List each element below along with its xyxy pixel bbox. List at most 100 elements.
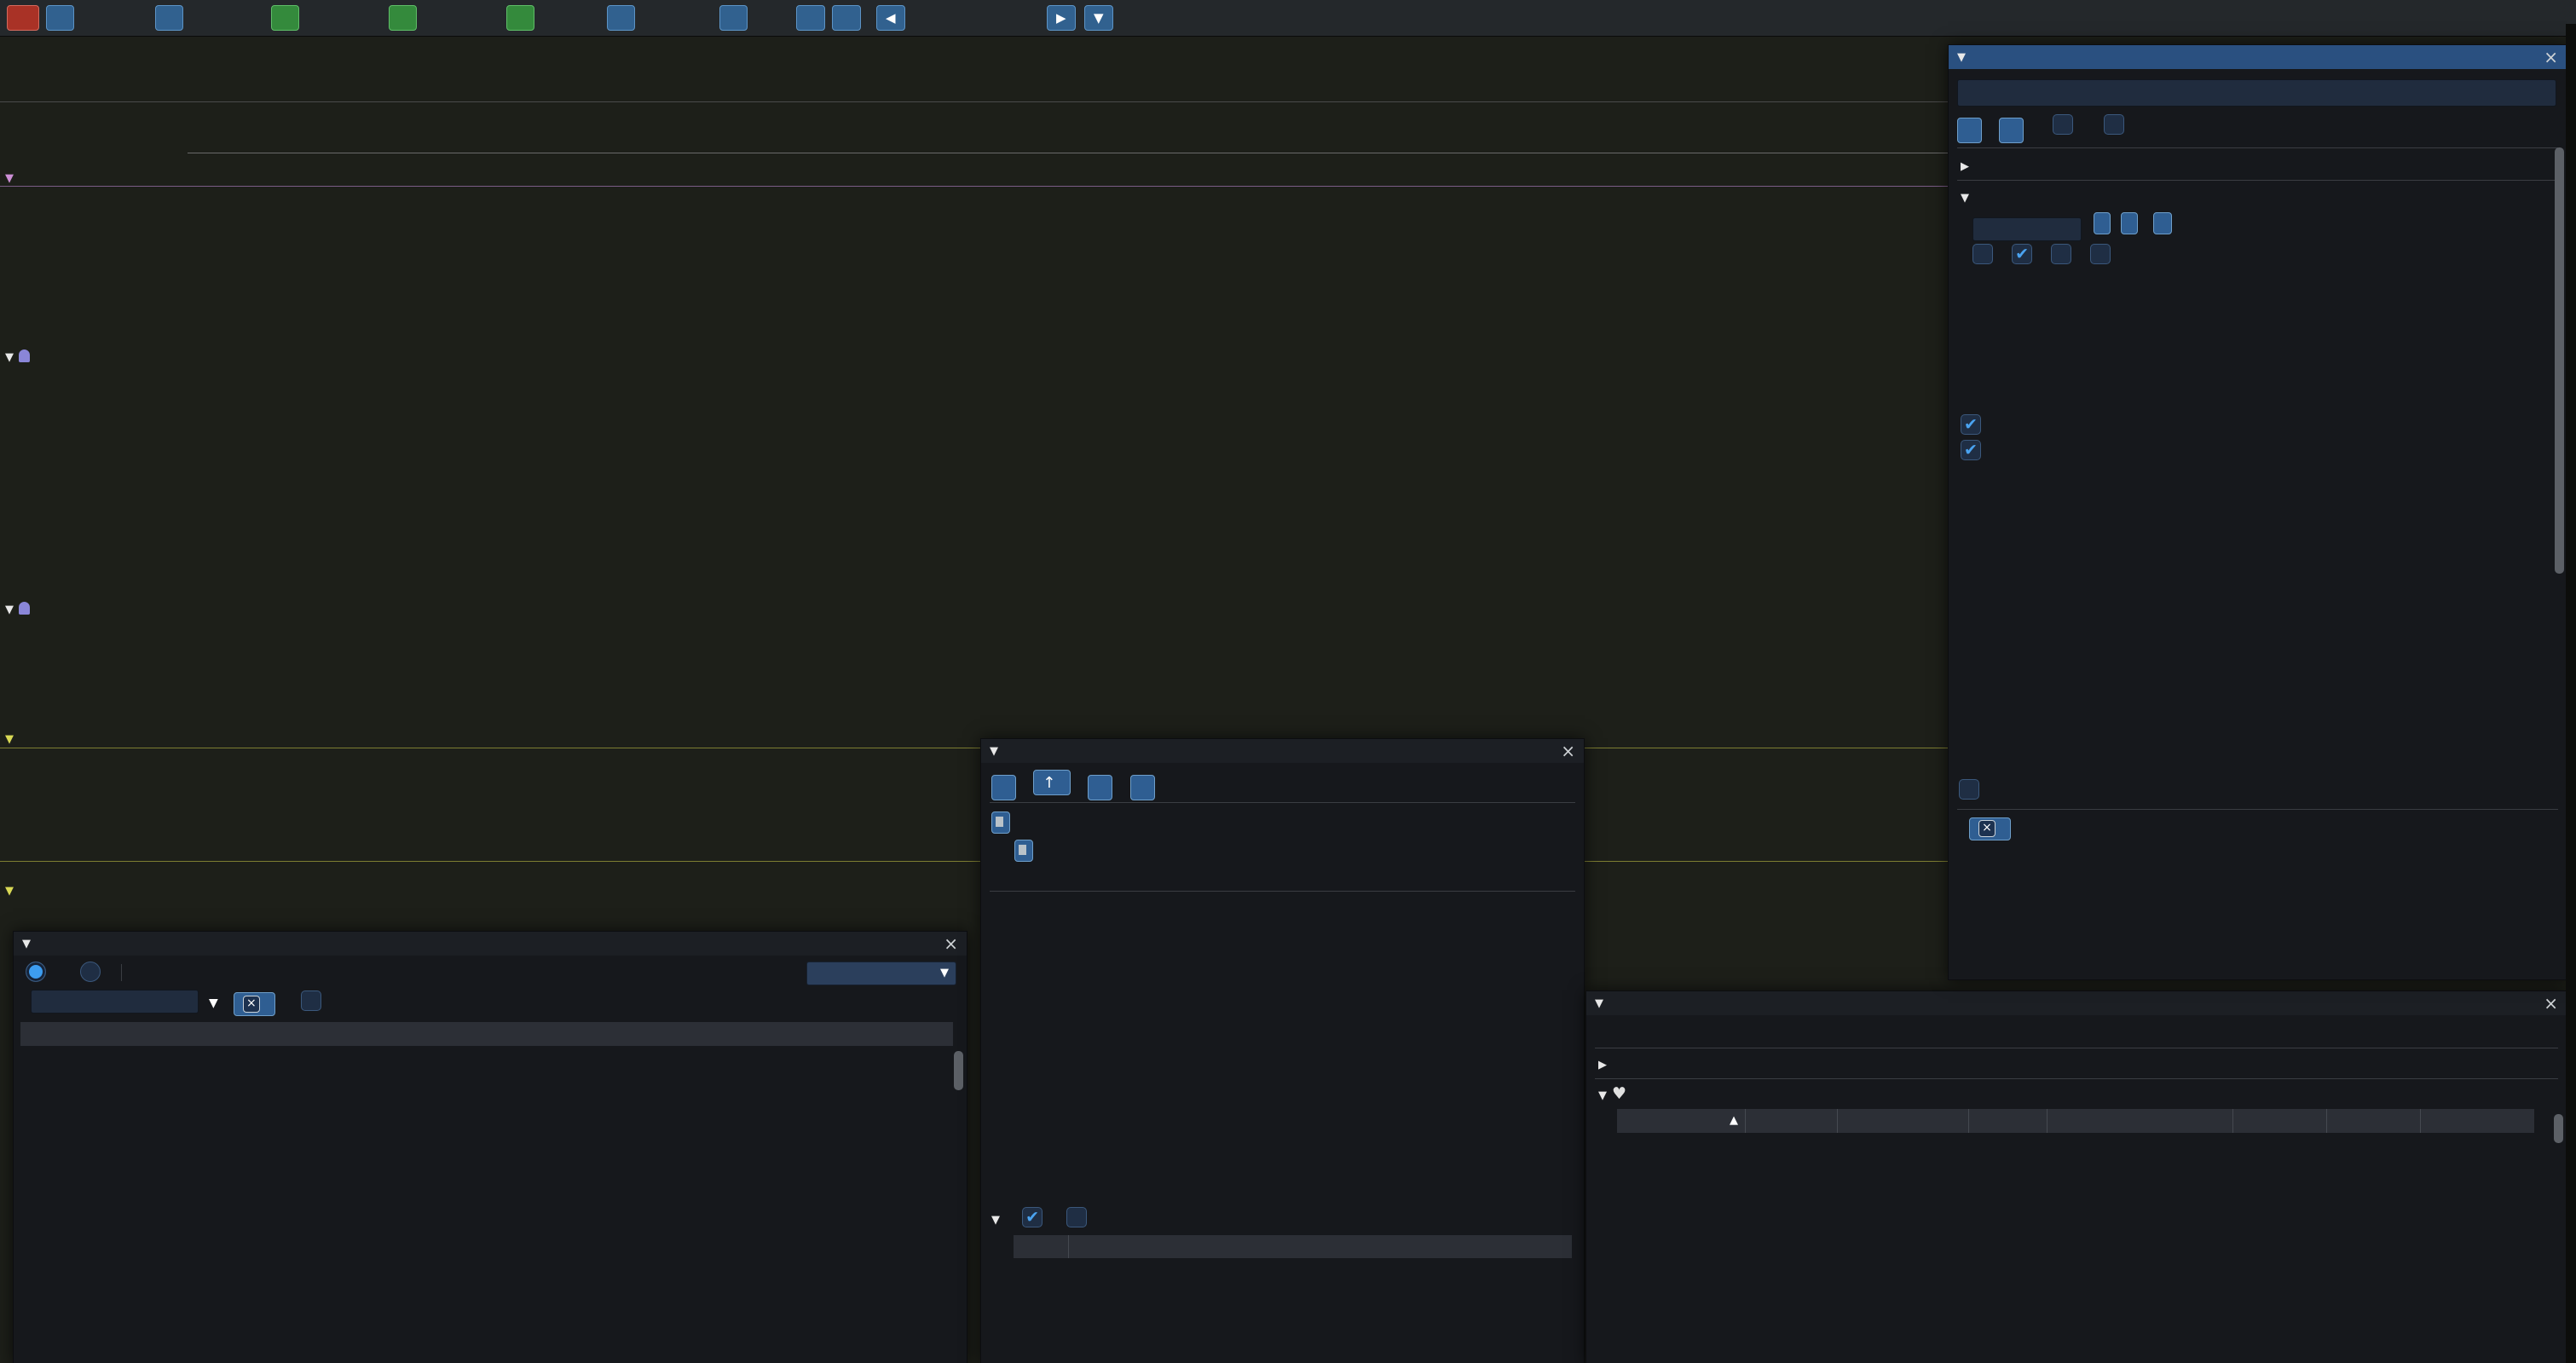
find-zone-search-input[interactable] [1957,79,2556,107]
plus-button[interactable] [2121,212,2138,234]
info-button[interactable] [719,5,748,31]
memory-scrollbar[interactable] [2554,1114,2563,1143]
memory-window: ▼× ▶ ▼ ♥ ▲ [1585,990,2567,1363]
zoom-tool-button[interactable] [832,5,861,31]
min-bin-row [1972,212,2172,236]
reset-button[interactable] [2153,212,2172,234]
allocations-tree[interactable]: ▶ [1598,1051,1607,1075]
clear-filter-button[interactable]: × [234,992,275,1016]
limit-range-checkbox[interactable] [2104,114,2124,135]
copy-icon[interactable] [1014,840,1033,862]
minimap-strip[interactable] [2566,24,2576,1363]
statistics-window: ▼× ▼ ▼ × ▼ [13,931,967,1363]
matched-locations-tree[interactable]: ▶ [1961,153,1969,176]
clear-button[interactable] [1999,118,2024,143]
collapse-icon[interactable]: ▼ [990,745,998,758]
close-icon[interactable]: × [944,933,958,954]
find-zone-titlebar[interactable]: ▼× [1949,45,2567,69]
zoom-to-zone-button[interactable] [991,775,1016,800]
collapse-icon[interactable]: ▼ [991,1214,1000,1227]
memory-button[interactable] [506,5,534,31]
compare-button[interactable] [607,5,635,31]
go-to-parent-button[interactable]: ↑ [1033,770,1071,795]
zone-info-buttons: ↑ [991,770,1155,800]
group-median-swatch [2036,442,2054,459]
frame-time [1127,5,1134,31]
ghost-icon [19,349,30,362]
histogram-canvas[interactable] [1972,466,2554,722]
memory-plot-canvas[interactable] [0,748,1948,861]
find-zone-button[interactable] [271,5,299,31]
legend-row-1 [1961,413,2082,437]
min-bin-input[interactable] [1972,217,2082,241]
time-relative-checkbox[interactable] [1022,1207,1043,1227]
stats-table-body [20,1048,953,1361]
zone-info-window: ▼× ↑ ▼ [980,738,1585,1363]
find-button[interactable] [1957,118,1982,143]
histogram-options [1972,243,2111,267]
find-zone-scrollbar[interactable] [2555,147,2564,574]
find-zone-window: ▼× ▶ ▼ [1948,44,2567,980]
exclude-children-checkbox[interactable] [1066,1207,1087,1227]
self-time-checkbox[interactable] [2090,244,2111,264]
power-button[interactable] [7,5,39,31]
zone-location [991,840,1033,863]
sampling-radio[interactable] [80,962,101,982]
tracy-profiler-root: ◀ ▶ ▼ ▼ ▼ ▼ ▼ ▼ ▼× [0,0,2576,1363]
zone-info-titlebar[interactable]: ▼× [981,739,1584,763]
mean-swatch [1986,416,2004,434]
cpu-plot-canvas[interactable] [0,904,1948,934]
messages-table-header [1014,1235,1572,1258]
next-frame-button[interactable]: ▶ [1047,5,1076,31]
ignore-case-checkbox[interactable] [2053,114,2073,135]
glthread-header[interactable]: ▼ [5,344,30,365]
show-zone-time-checkbox[interactable] [1959,779,1979,800]
collapse-icon[interactable]: ▼ [22,938,31,950]
active-allocations-tree[interactable]: ▼ ♥ [1598,1082,1642,1106]
options-button[interactable] [46,5,74,31]
clear-icon: × [1978,820,1996,837]
close-icon[interactable]: × [1561,741,1575,761]
memory-titlebar[interactable]: ▼× [1586,991,2567,1015]
group-mean-swatch [1986,442,2004,459]
messages-button[interactable] [155,5,183,31]
instrumentation-radio[interactable] [26,962,46,982]
filter-input[interactable] [31,990,199,1014]
limit-range-checkbox[interactable] [301,990,321,1011]
statistics-button[interactable] [389,5,417,31]
zone-statistics-button[interactable] [1088,775,1112,800]
source-button[interactable] [1130,775,1155,800]
group-mean-checkbox[interactable] [1961,440,1981,460]
close-icon[interactable]: × [2544,47,2558,67]
cumulate-checkbox[interactable] [2051,244,2071,264]
close-icon[interactable]: × [2544,993,2558,1014]
memory-table-header[interactable]: ▲ [1617,1109,2534,1133]
memory-plot-header[interactable]: ▼ [5,726,30,747]
prev-frame-button[interactable]: ◀ [876,5,905,31]
cpu-usage-band-canvas [0,189,1948,227]
mean-checkbox[interactable] [1961,414,1981,435]
cpu-plot-header[interactable]: ▼ [5,878,30,898]
minus-button[interactable] [2094,212,2111,234]
log-time-checkbox[interactable] [2012,244,2032,264]
capture-clock [1246,5,1253,31]
memory-table-body [1617,1135,2534,1361]
stats-scrollbar[interactable] [954,1051,963,1090]
tools-button[interactable] [796,5,825,31]
location-swatch [991,842,1009,860]
log-values-checkbox[interactable] [1972,244,1993,264]
streaming-header[interactable]: ▼ [5,597,30,617]
copy-icon[interactable] [991,811,1010,834]
stats-table-header[interactable]: ▼ [20,1022,953,1046]
statistics-titlebar[interactable]: ▼× [14,932,967,956]
found-clear-button[interactable]: × [1969,817,2011,840]
show-zone-time-row [1959,778,1979,802]
collapse-icon[interactable]: ▼ [1957,51,1966,64]
cpu-data-header[interactable]: ▼ [5,165,14,186]
zone-function [991,807,1010,836]
frame-bars-canvas[interactable] [0,39,1948,101]
frame-down-button[interactable]: ▼ [1084,5,1113,31]
histogram-tree[interactable]: ▼ [1961,184,1969,208]
timing-dropdown[interactable]: ▼ [806,962,956,985]
collapse-icon[interactable]: ▼ [1595,997,1603,1010]
